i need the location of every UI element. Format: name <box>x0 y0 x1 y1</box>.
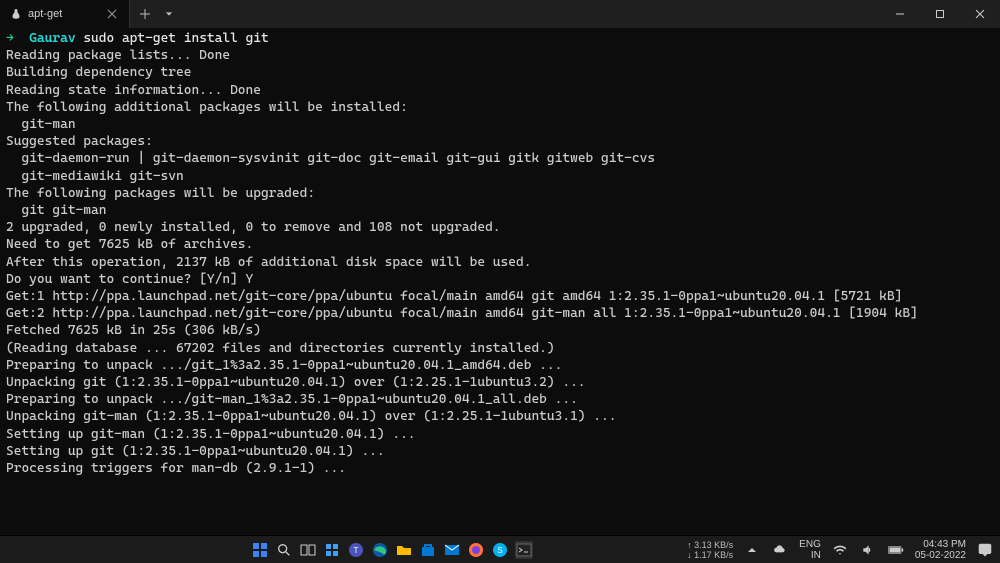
terminal-line: Preparing to unpack .../git_1%3a2.35.1-0… <box>6 357 994 374</box>
new-tab-dropdown[interactable] <box>160 0 178 28</box>
skype-icon[interactable]: S <box>491 541 509 559</box>
terminal-line: Preparing to unpack .../git-man_1%3a2.35… <box>6 391 994 408</box>
store-icon[interactable] <box>419 541 437 559</box>
terminal-line: Need to get 7625 kB of archives. <box>6 236 994 253</box>
net-down: ↓ 1.17 KB/s <box>687 550 733 560</box>
tab-apt-get[interactable]: apt-get <box>0 0 130 28</box>
terminal-line: Fetched 7625 kB in 25s (306 kB/s) <box>6 322 994 339</box>
edge-icon[interactable] <box>371 541 389 559</box>
svg-text:S: S <box>497 546 502 555</box>
windows-taskbar: T S ↑ 3.13 KB/s ↓ 1.17 KB/s ENG IN 04:43… <box>0 535 1000 563</box>
minimize-button[interactable] <box>880 0 920 28</box>
start-icon[interactable] <box>251 541 269 559</box>
explorer-icon[interactable] <box>395 541 413 559</box>
terminal-line: Get:1 http://ppa.launchpad.net/git-core/… <box>6 288 994 305</box>
tab-title: apt-get <box>28 8 99 20</box>
prompt-line: → Gaurav sudo apt-get install git <box>6 30 994 47</box>
terminal-line: 2 upgraded, 0 newly installed, 0 to remo… <box>6 219 994 236</box>
battery-icon[interactable] <box>887 541 905 559</box>
language-indicator[interactable]: ENG IN <box>799 539 821 561</box>
terminal-line: The following additional packages will b… <box>6 99 994 116</box>
volume-icon[interactable] <box>859 541 877 559</box>
maximize-button[interactable] <box>920 0 960 28</box>
task-view-icon[interactable] <box>299 541 317 559</box>
firefox-icon[interactable] <box>467 541 485 559</box>
svg-text:T: T <box>353 546 358 555</box>
wifi-icon[interactable] <box>831 541 849 559</box>
new-tab-button[interactable] <box>130 0 160 28</box>
network-rate[interactable]: ↑ 3.13 KB/s ↓ 1.17 KB/s <box>687 540 733 560</box>
terminal-line: Building dependency tree <box>6 64 994 81</box>
tab-close-button[interactable] <box>105 7 119 21</box>
time: 04:43 PM <box>915 539 966 550</box>
widgets-icon[interactable] <box>323 541 341 559</box>
window-controls <box>880 0 1000 28</box>
prompt-arrow: → <box>6 31 14 46</box>
terminal-line: git-man <box>6 116 994 133</box>
terminal-icon[interactable] <box>515 541 533 559</box>
terminal-line: Get:2 http://ppa.launchpad.net/git-core/… <box>6 305 994 322</box>
net-up: ↑ 3.13 KB/s <box>687 540 733 550</box>
terminal-line: (Reading database ... 67202 files and di… <box>6 340 994 357</box>
prompt-command: sudo apt-get install git <box>83 31 268 46</box>
taskbar-center: T S <box>96 541 687 559</box>
notifications-icon[interactable] <box>976 541 994 559</box>
terminal-line: Unpacking git (1:2.35.1-0ppa1~ubuntu20.0… <box>6 374 994 391</box>
terminal-output[interactable]: → Gaurav sudo apt-get install gitReading… <box>0 28 1000 535</box>
terminal-line: git-mediawiki git-svn <box>6 168 994 185</box>
terminal-line: Reading state information... Done <box>6 82 994 99</box>
terminal-line: Setting up git-man (1:2.35.1-0ppa1~ubunt… <box>6 426 994 443</box>
terminal-line: Processing triggers for man-db (2.9.1-1)… <box>6 460 994 477</box>
taskbar-right: ↑ 3.13 KB/s ↓ 1.17 KB/s ENG IN 04:43 PM … <box>687 539 994 561</box>
prompt-user: Gaurav <box>29 31 75 46</box>
teams-icon[interactable]: T <box>347 541 365 559</box>
penguin-icon <box>10 8 22 20</box>
terminal-line: git git-man <box>6 202 994 219</box>
lang-bottom: IN <box>799 550 821 561</box>
terminal-line: After this operation, 2137 kB of additio… <box>6 254 994 271</box>
terminal-line: Reading package lists... Done <box>6 47 994 64</box>
date: 05-02-2022 <box>915 550 966 561</box>
search-icon[interactable] <box>275 541 293 559</box>
window-titlebar: apt-get <box>0 0 1000 28</box>
mail-icon[interactable] <box>443 541 461 559</box>
clock[interactable]: 04:43 PM 05-02-2022 <box>915 539 966 561</box>
terminal-line: The following packages will be upgraded: <box>6 185 994 202</box>
terminal-line: git-daemon-run | git-daemon-sysvinit git… <box>6 150 994 167</box>
terminal-line: Suggested packages: <box>6 133 994 150</box>
tray-chevron-icon[interactable] <box>743 541 761 559</box>
terminal-line: Setting up git (1:2.35.1-0ppa1~ubuntu20.… <box>6 443 994 460</box>
lang-top: ENG <box>799 539 821 550</box>
terminal-line: Do you want to continue? [Y/n] Y <box>6 271 994 288</box>
titlebar-drag-area[interactable] <box>178 0 880 28</box>
close-button[interactable] <box>960 0 1000 28</box>
onedrive-icon[interactable] <box>771 541 789 559</box>
terminal-line: Unpacking git-man (1:2.35.1-0ppa1~ubuntu… <box>6 408 994 425</box>
